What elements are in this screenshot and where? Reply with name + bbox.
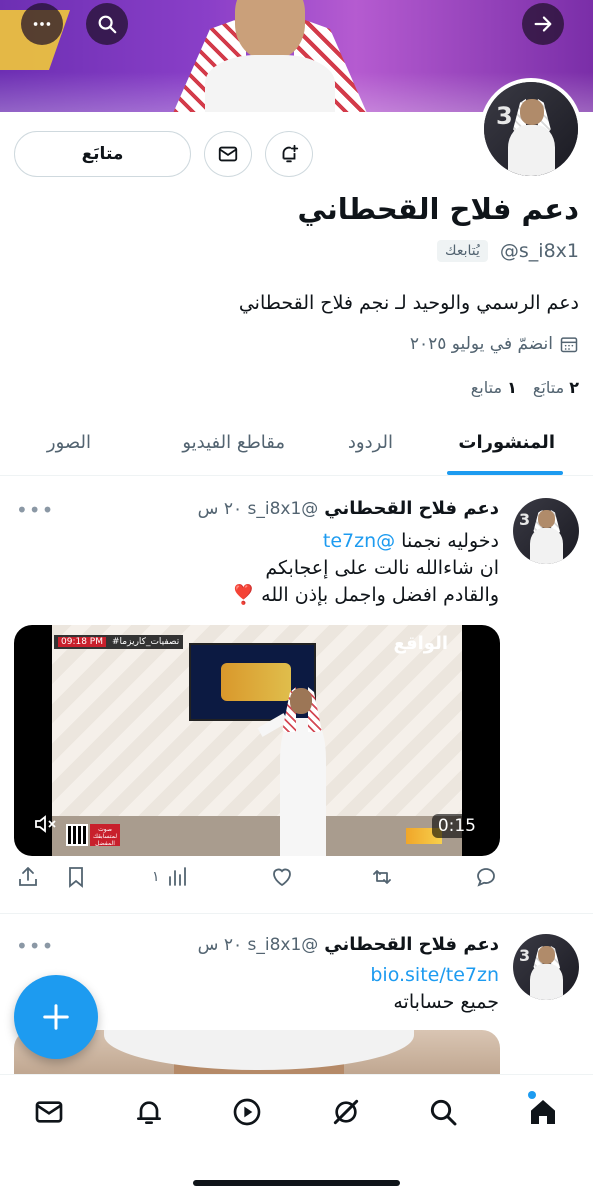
home-icon	[531, 1100, 555, 1124]
messages-icon	[35, 1101, 63, 1123]
video-channel-logo: الواقع	[393, 633, 448, 654]
post-meta: @s_i8x1 ٢٠ س	[197, 498, 319, 519]
follows-you-badge: يُتابعك	[437, 240, 488, 262]
profile-tabs: المنشورات الردود مقاطع الفيديو الصور	[0, 420, 593, 476]
video-ticker: 09:18 PM #تصفيات_كاريزما	[54, 635, 184, 649]
post-avatar[interactable]: 3	[513, 498, 579, 564]
post-video[interactable]: 09:18 PM #تصفيات_كاريزما الواقع صوت لمتس…	[14, 625, 500, 856]
post-more-button[interactable]: •••	[16, 934, 54, 958]
followers-label: متابع	[470, 378, 503, 397]
nav-messages[interactable]	[32, 1095, 66, 1129]
profile-avatar[interactable]: 3	[480, 78, 582, 180]
more-horizontal-icon	[33, 22, 51, 26]
post-author-name[interactable]: دعم فلاح القحطاني	[324, 498, 499, 519]
mention-link[interactable]: @te7zn	[323, 530, 395, 552]
video-duration: 0:15	[431, 814, 482, 838]
bio-link[interactable]: bio.site/te7zn	[370, 962, 499, 989]
ticker-text: #تصفيات_كاريزما	[112, 637, 180, 647]
banner-person	[150, 0, 380, 112]
nav-notifications[interactable]	[132, 1095, 166, 1129]
back-button[interactable]	[522, 3, 564, 45]
post-more-button[interactable]: •••	[16, 498, 54, 522]
followers-stat[interactable]: ١ متابع	[471, 378, 517, 397]
post-meta: @s_i8x1 ٢٠ س	[197, 934, 319, 955]
compose-button[interactable]	[14, 975, 98, 1059]
post-divider	[0, 913, 593, 914]
notifications-icon	[137, 1101, 161, 1124]
active-tab-indicator	[447, 471, 563, 475]
unread-dot	[528, 1091, 536, 1099]
grok-icon	[333, 1099, 359, 1125]
post-text-line: جميع حساباته	[393, 991, 499, 1013]
mute-icon[interactable]	[34, 814, 58, 834]
post-text-line: والقادم افضل واجمل بإذن الله ❣️	[231, 584, 499, 606]
like-button[interactable]	[270, 865, 294, 889]
following-count: ٢	[569, 378, 579, 397]
qr-code-icon	[66, 824, 88, 846]
nav-search[interactable]	[426, 1095, 460, 1129]
post-actions: ١	[0, 865, 593, 899]
nav-grok[interactable]	[329, 1095, 363, 1129]
bookmark-icon	[69, 867, 83, 888]
joined-text: انضمّ في يوليو ٢٠٢٥	[409, 334, 553, 354]
views-button[interactable]: ١	[152, 865, 190, 889]
post-text-line: ان شاءالله نالت على إعجابكم	[265, 557, 499, 579]
post-author-name[interactable]: دعم فلاح القحطاني	[324, 934, 499, 955]
image-cloth	[104, 1030, 414, 1070]
post-header: دعم فلاح القحطاني @s_i8x1 ٢٠ س	[198, 934, 499, 955]
post-header: دعم فلاح القحطاني @s_i8x1 ٢٠ س	[198, 498, 499, 519]
views-count: ١	[152, 869, 160, 885]
following-stat[interactable]: ٢ متابَع	[533, 378, 579, 397]
post-text: دخوليه نجمنا @te7zn ان شاءالله نالت على …	[231, 528, 499, 609]
profile-handle: @s_i8x1	[499, 240, 579, 262]
joined-date: انضمّ في يوليو ٢٠٢٥	[410, 334, 579, 354]
post-avatar[interactable]: 3	[513, 934, 579, 1000]
video-presenter	[257, 680, 338, 856]
share-icon	[19, 867, 37, 886]
search-icon	[430, 1099, 457, 1126]
heart-icon	[273, 868, 291, 887]
following-label: متابَع	[532, 378, 565, 397]
notify-button[interactable]	[265, 131, 313, 177]
more-button[interactable]	[21, 3, 63, 45]
profile-name: دعم فلاح القحطاني	[297, 192, 579, 226]
followers-count: ١	[507, 378, 517, 397]
tab-replies[interactable]: الردود	[348, 432, 393, 453]
bookmark-button[interactable]	[64, 865, 88, 889]
tab-posts[interactable]: المنشورات	[458, 432, 555, 453]
share-button[interactable]	[16, 865, 40, 889]
home-indicator	[193, 1180, 400, 1186]
video-icon	[233, 1098, 261, 1126]
tab-videos[interactable]: مقاطع الفيديو	[182, 432, 285, 453]
vote-badge: صوت لمتسابقك المفضل	[90, 824, 120, 847]
handle-row: @s_i8x1 يُتابعك	[437, 240, 579, 262]
nav-home[interactable]	[526, 1095, 560, 1129]
reply-icon	[477, 868, 495, 887]
repost-button[interactable]	[370, 865, 394, 889]
plus-icon	[43, 1004, 69, 1030]
ticker-time: 09:18 PM	[58, 637, 106, 647]
post-text: bio.site/te7zn جميع حساباته	[370, 962, 499, 1016]
bell-plus-icon	[282, 144, 299, 163]
follow-stats: ٢ متابَع ١ متابع	[471, 378, 579, 397]
nav-video[interactable]	[230, 1095, 264, 1129]
reply-button[interactable]	[474, 865, 498, 889]
profile-bio: دعم الرسمي والوحيد لـ نجم فلاح القحطاني	[238, 292, 579, 314]
views-icon	[168, 867, 186, 886]
tab-photos[interactable]: الصور	[47, 432, 91, 453]
message-button[interactable]	[204, 131, 252, 177]
envelope-icon	[218, 146, 238, 162]
repost-icon	[373, 870, 391, 884]
following-button[interactable]: متابَع	[14, 131, 191, 177]
search-button[interactable]	[86, 3, 128, 45]
post-text-line: دخوليه نجمنا	[395, 530, 499, 552]
arrow-right-icon	[534, 16, 552, 32]
calendar-icon	[560, 337, 578, 353]
search-icon	[98, 15, 117, 34]
